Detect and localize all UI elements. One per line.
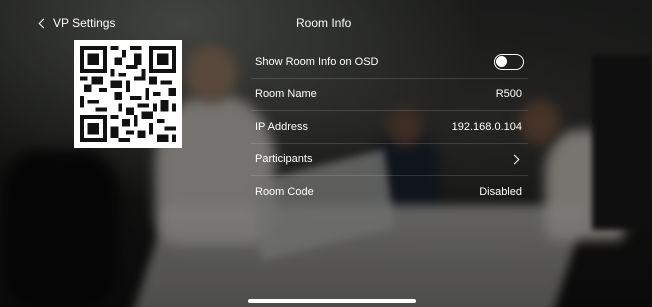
qr-code	[74, 40, 182, 148]
row-room-name: Room Name R500	[251, 79, 528, 111]
row-label: IP Address	[255, 120, 308, 133]
ip-address-value: 192.168.0.104	[451, 120, 522, 133]
row-ip-address: IP Address 192.168.0.104	[251, 111, 528, 144]
back-button-label: VP Settings	[53, 16, 116, 30]
chevron-right-icon	[509, 154, 520, 165]
room-name-value: R500	[495, 88, 522, 101]
toggle-knob	[496, 55, 507, 67]
chevron-left-icon	[38, 18, 49, 29]
show-room-info-toggle[interactable]	[494, 53, 524, 70]
row-show-room-info-on-osd[interactable]: Show Room Info on OSD	[251, 46, 528, 79]
page-title: Room Info	[296, 16, 352, 30]
home-indicator[interactable]	[248, 299, 416, 303]
row-room-code: Room Code Disabled	[251, 176, 528, 208]
room-info-list: Show Room Info on OSD Room Name R500 IP …	[251, 46, 528, 208]
row-participants[interactable]: Participants	[251, 144, 528, 176]
room-code-value: Disabled	[479, 185, 522, 198]
room-info-screen: VP Settings Room Info Show Room Info on …	[0, 0, 652, 307]
back-button[interactable]: VP Settings	[38, 16, 116, 30]
row-label: Room Name	[255, 88, 317, 101]
row-label: Participants	[255, 153, 313, 166]
qr-code-icon	[80, 46, 176, 142]
row-label: Room Code	[255, 185, 314, 198]
row-label: Show Room Info on OSD	[255, 55, 379, 68]
